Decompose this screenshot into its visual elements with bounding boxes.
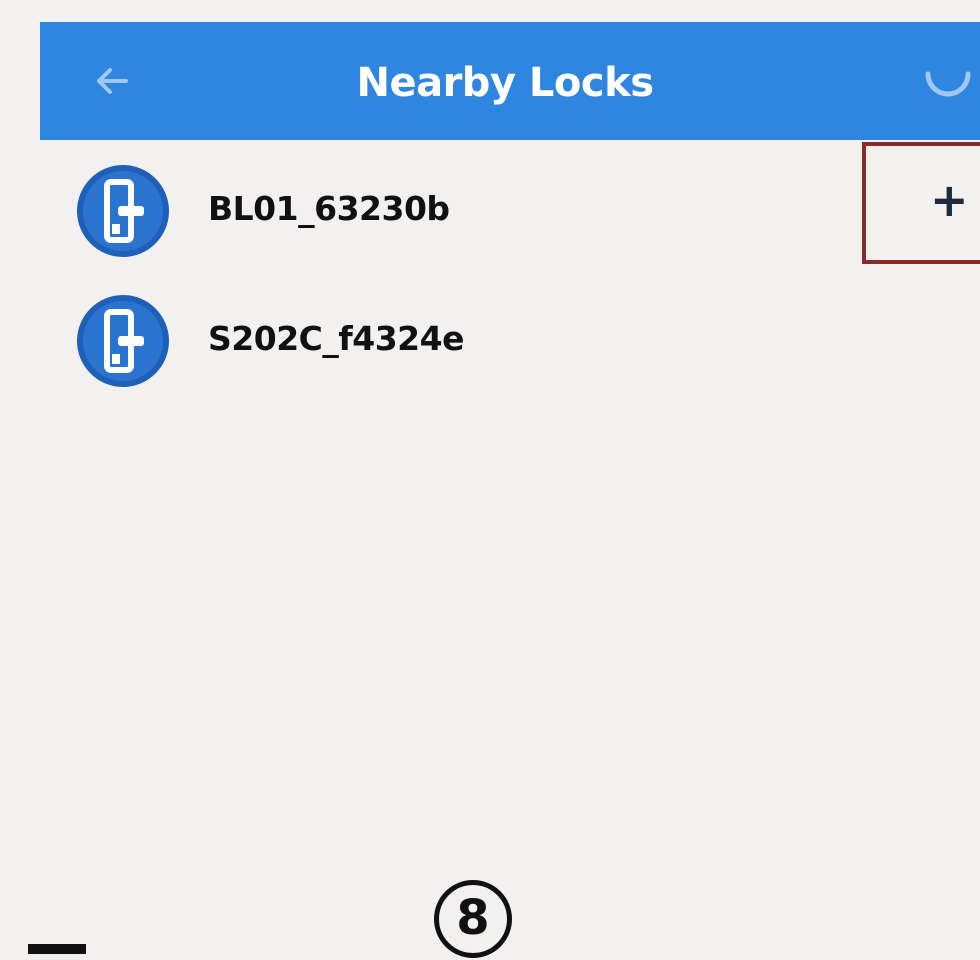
lock-name: BL01_63230b <box>208 189 450 228</box>
lock-list-item[interactable]: S202C_f4324e <box>74 292 774 392</box>
page-title: Nearby Locks <box>356 60 654 106</box>
refresh-icon[interactable] <box>918 48 978 108</box>
app-header: Nearby Locks <box>40 22 980 140</box>
lock-device-icon <box>77 295 169 387</box>
lock-name: S202C_f4324e <box>208 319 464 358</box>
add-lock-button[interactable]: + <box>862 142 980 264</box>
page-fragment <box>28 944 86 954</box>
lock-list-item[interactable]: BL01_63230b <box>74 162 774 262</box>
add-icon: + <box>930 173 969 227</box>
step-marker: 8 <box>434 880 512 958</box>
lock-device-icon <box>77 165 169 257</box>
